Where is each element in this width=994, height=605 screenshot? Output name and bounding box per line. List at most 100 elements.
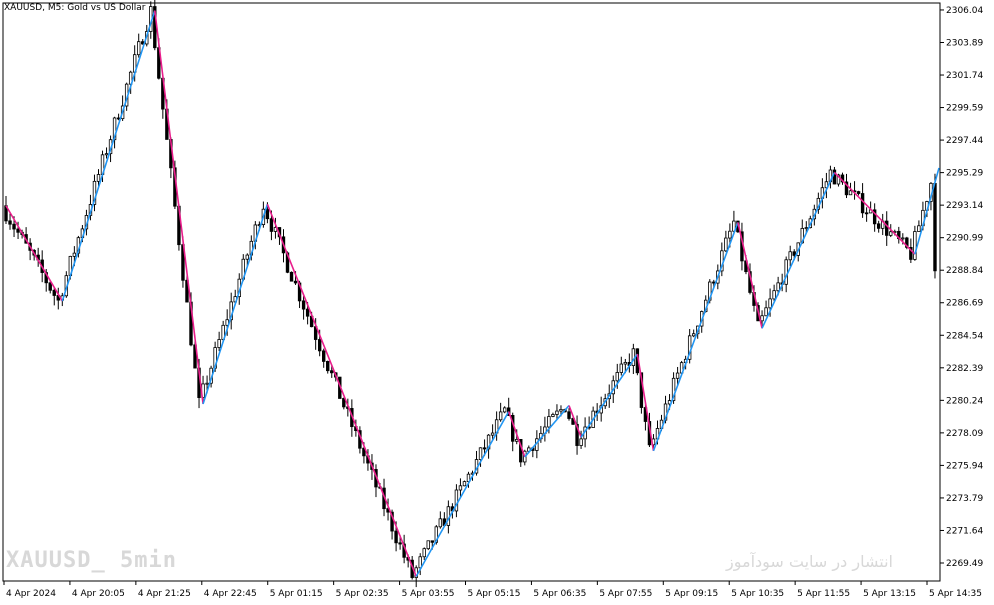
zigzag-down-leg xyxy=(737,222,763,329)
x-tick-label: 5 Apr 02:35 xyxy=(336,589,389,599)
candle-body xyxy=(764,307,768,317)
candle-body xyxy=(547,416,551,428)
candle-body xyxy=(217,339,221,348)
candle-body xyxy=(326,361,330,372)
y-tick-label: 2306.04 xyxy=(946,6,983,16)
candle-body xyxy=(515,439,519,442)
candle-body xyxy=(205,382,209,385)
candle-body xyxy=(901,237,905,240)
y-tick-label: 2297.44 xyxy=(946,136,983,146)
y-tick-label: 2284.54 xyxy=(946,331,983,341)
candle-body xyxy=(426,540,430,550)
x-tick-label: 4 Apr 2024 xyxy=(6,589,56,599)
candle-body xyxy=(502,407,507,413)
candle-body xyxy=(8,220,12,225)
candle-body xyxy=(760,315,764,322)
x-tick-label: 5 Apr 01:15 xyxy=(270,589,323,599)
plot-frame xyxy=(2,2,941,582)
candle-body xyxy=(52,289,56,296)
candle-body xyxy=(792,251,796,256)
x-tick-label: 5 Apr 13:15 xyxy=(863,589,916,599)
x-tick-label: 4 Apr 20:05 xyxy=(72,589,125,599)
candle-body xyxy=(631,348,636,366)
y-tick-label: 2271.64 xyxy=(946,526,983,536)
x-tick-label: 5 Apr 03:55 xyxy=(402,589,455,599)
zigzag-down-leg xyxy=(154,10,204,405)
candle-body xyxy=(784,259,788,285)
y-tick-label: 2269.49 xyxy=(946,559,983,569)
zigzag-down-leg xyxy=(266,203,417,577)
y-tick-label: 2301.74 xyxy=(946,71,983,81)
candle-body xyxy=(885,220,889,236)
candle-body xyxy=(458,485,463,491)
candle-body xyxy=(772,290,776,300)
candle-body xyxy=(322,350,326,362)
candle-body xyxy=(856,191,861,194)
candle-body xyxy=(16,228,20,233)
candle-body xyxy=(619,363,623,373)
y-tick-label: 2275.94 xyxy=(946,461,983,471)
candle-body xyxy=(832,169,837,185)
candle-body xyxy=(462,481,467,487)
watermark-symbol: XAUUSD_ 5min xyxy=(6,548,177,573)
candle-body xyxy=(768,298,772,309)
watermark-site: انتشار در سایت سودآموز xyxy=(726,552,893,571)
price-chart[interactable]: 2306.04 2303.89 2301.74 2299.59 2297.44 2295.… xyxy=(0,0,994,605)
zigzag-up-leg xyxy=(61,10,156,302)
candle-body xyxy=(104,153,109,156)
candle-body xyxy=(724,237,728,252)
candle-body xyxy=(398,542,402,545)
x-tick-label: 5 Apr 14:35 xyxy=(929,589,982,599)
y-tick-label: 2286.69 xyxy=(946,299,983,309)
candle-body xyxy=(889,231,893,236)
y-tick-label: 2280.24 xyxy=(946,396,983,406)
candle-body xyxy=(96,174,101,182)
candle-body xyxy=(691,333,696,337)
candle-body xyxy=(555,410,559,415)
candle-body xyxy=(72,252,77,257)
candle-body xyxy=(913,231,917,260)
candle-body xyxy=(876,223,881,229)
candle-body xyxy=(48,282,52,291)
y-tick-label: 2293.14 xyxy=(946,201,983,211)
y-tick-label: 2303.89 xyxy=(946,38,983,48)
y-tick-label: 2288.84 xyxy=(946,266,983,276)
zigzag-up-leg xyxy=(524,404,570,458)
candle-body xyxy=(293,280,298,284)
candle-body xyxy=(567,411,571,419)
zigzag-up-leg xyxy=(580,353,639,438)
x-tick-label: 4 Apr 22:45 xyxy=(204,589,257,599)
candle-body xyxy=(788,251,792,261)
candle-body xyxy=(301,300,306,310)
y-tick-label: 2282.39 xyxy=(946,364,983,374)
candle-body xyxy=(245,254,249,260)
candle-body xyxy=(615,372,619,382)
candle-body xyxy=(917,225,921,232)
candle-body xyxy=(860,193,865,214)
x-tick-label: 5 Apr 06:35 xyxy=(533,589,586,599)
candle-body xyxy=(394,530,398,544)
zigzag-up-leg xyxy=(652,222,739,452)
y-tick-label: 2299.59 xyxy=(946,104,983,114)
x-tick-label: 5 Apr 09:15 xyxy=(665,589,718,599)
zigzag-down-leg xyxy=(5,205,63,302)
y-tick-label: 2290.99 xyxy=(946,234,983,244)
candle-body xyxy=(422,548,426,558)
x-tick-label: 5 Apr 05:15 xyxy=(468,589,521,599)
zigzag-up-leg xyxy=(415,411,510,577)
zigzag-down-leg xyxy=(833,171,916,255)
candle-body xyxy=(551,414,555,417)
zigzag-up-leg xyxy=(761,172,836,329)
x-tick-label: 5 Apr 07:55 xyxy=(599,589,652,599)
candle-body xyxy=(305,308,310,317)
candle-body xyxy=(330,370,334,374)
candle-body xyxy=(498,411,503,421)
zigzag-down-leg xyxy=(568,405,582,438)
candle-body xyxy=(317,339,322,352)
candle-body xyxy=(137,41,141,56)
candle-body xyxy=(848,190,853,196)
candle-body xyxy=(12,223,16,230)
candle-body xyxy=(675,372,680,379)
zigzag-up-leg xyxy=(202,203,269,405)
candle-body xyxy=(478,447,483,460)
